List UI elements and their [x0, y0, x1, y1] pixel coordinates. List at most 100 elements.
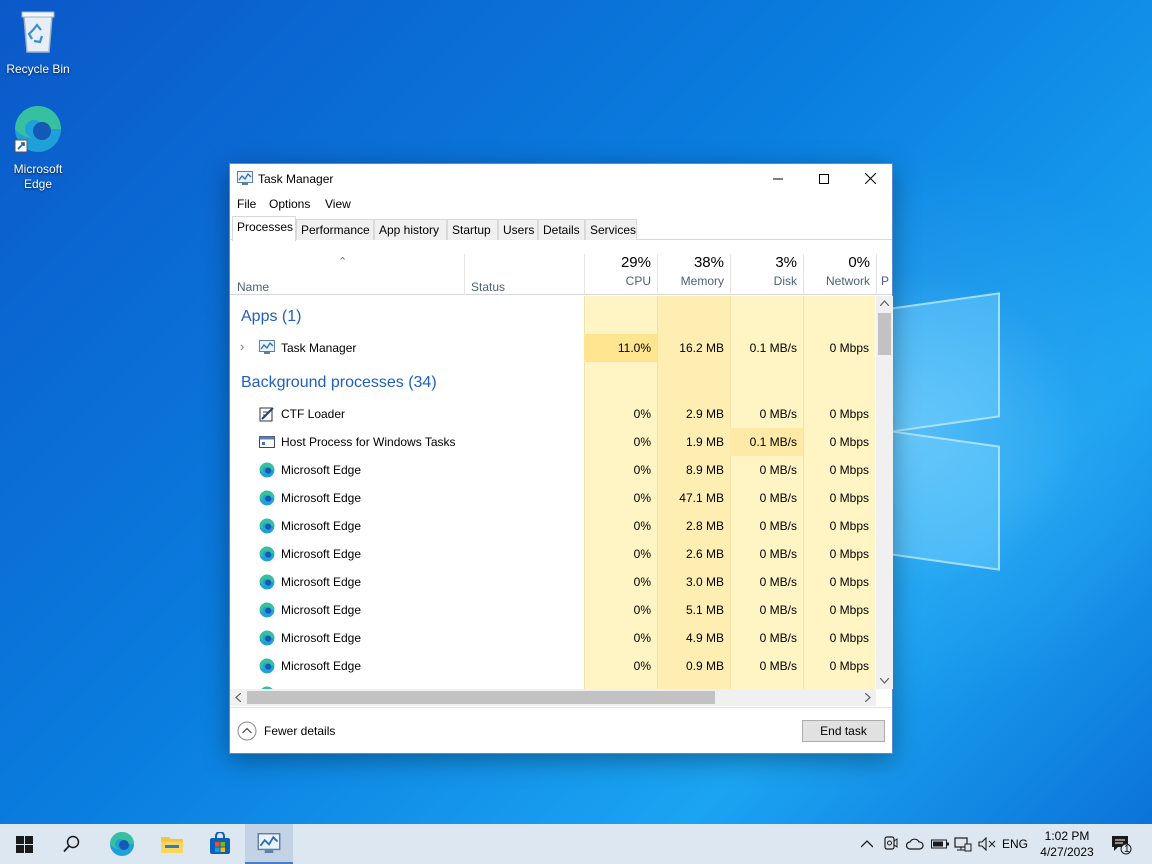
- network-value: 0 Mbps: [829, 407, 869, 421]
- memory-value: 3.0 MB: [685, 575, 724, 589]
- process-row[interactable]: Host Process for Windows Tasks 0% 1.9 MB 0.…: [230, 428, 875, 456]
- footer-bar: Fewer details End task: [230, 707, 892, 754]
- memory-label: Memory: [680, 274, 724, 288]
- taskbar-edge-button[interactable]: [98, 824, 146, 864]
- disk-value: 0 MB/s: [759, 519, 797, 533]
- tab-performance[interactable]: Performance: [296, 219, 374, 240]
- scroll-down-icon: [880, 678, 889, 684]
- network-icon: [954, 837, 972, 852]
- tray-volume-muted[interactable]: [976, 824, 998, 864]
- process-name: Microsoft Edge: [281, 575, 362, 589]
- input-language[interactable]: ENG: [1000, 824, 1030, 864]
- disk-total-pct: 3%: [775, 254, 797, 271]
- battery-icon: [931, 839, 949, 849]
- column-status[interactable]: Status: [471, 280, 505, 294]
- minimize-button[interactable]: [755, 164, 801, 193]
- tab-users[interactable]: Users: [498, 219, 538, 240]
- network-label: Network: [825, 274, 870, 288]
- start-button[interactable]: [0, 824, 48, 864]
- edge-icon: [259, 574, 275, 590]
- task-manager-window: Task Manager File Options View Processes…: [229, 163, 893, 754]
- task-manager-taskbar-icon: [257, 833, 281, 853]
- tab-startup[interactable]: Startup: [447, 219, 498, 240]
- maximize-button[interactable]: [801, 164, 847, 193]
- process-row[interactable]: CTF Loader 0% 2.9 MB 0 MB/s 0 Mbps: [230, 400, 875, 428]
- network-total-pct: 0%: [848, 254, 870, 271]
- search-button[interactable]: [48, 824, 96, 864]
- memory-value: 2.8 MB: [685, 519, 724, 533]
- column-cpu[interactable]: 29% CPU: [584, 254, 657, 295]
- process-row-task-manager[interactable]: › Task Manager 11.0% 16.2 MB 0.1 MB/s 0 …: [230, 334, 875, 362]
- network-value: 0 Mbps: [829, 547, 869, 561]
- tray-network[interactable]: [952, 824, 974, 864]
- process-name: Microsoft Edge: [281, 519, 362, 533]
- clock[interactable]: 1:02 PM 4/27/2023: [1030, 828, 1104, 860]
- vertical-scrollbar[interactable]: [876, 296, 893, 689]
- fewer-details-link[interactable]: Fewer details: [264, 724, 335, 738]
- process-row[interactable]: Microsoft Edge 0% 2.6 MB 0 MB/s 0 Mbps: [230, 540, 875, 568]
- tab-processes[interactable]: Processes: [232, 216, 296, 241]
- column-network[interactable]: 0% Network: [803, 254, 876, 295]
- process-row-partial[interactable]: [230, 680, 875, 689]
- cpu-value: 0%: [633, 435, 651, 449]
- edge-icon: [259, 658, 275, 674]
- tray-battery[interactable]: [929, 824, 951, 864]
- tray-onedrive[interactable]: [904, 824, 926, 864]
- memory-value: 4.9 MB: [685, 631, 724, 645]
- ctf-loader-icon: [259, 406, 275, 422]
- action-center-button[interactable]: 1: [1106, 824, 1136, 864]
- taskbar-store-button[interactable]: [196, 824, 244, 864]
- desktop-icon-recycle-bin[interactable]: Recycle Bin: [0, 8, 76, 77]
- end-task-button[interactable]: End task: [802, 720, 885, 742]
- show-hidden-icons-button[interactable]: [858, 824, 876, 864]
- group-background: Background processes (34): [241, 374, 437, 391]
- windows-start-icon: [15, 835, 33, 853]
- process-list: Apps (1) › Task Manager 11.0% 16.2 MB 0.…: [230, 296, 875, 689]
- network-value: 0 Mbps: [829, 491, 869, 505]
- process-row[interactable]: Microsoft Edge 0% 3.0 MB 0 MB/s 0 Mbps: [230, 568, 875, 596]
- process-name: Microsoft Edge: [281, 659, 362, 673]
- expand-chevron-icon[interactable]: ›: [240, 339, 244, 354]
- column-disk[interactable]: 3% Disk: [730, 254, 803, 295]
- folder-icon: [161, 837, 183, 853]
- speaker-muted-icon: [978, 837, 996, 851]
- horizontal-scroll-thumb[interactable]: [247, 691, 715, 704]
- process-row[interactable]: Microsoft Edge 0% 5.1 MB 0 MB/s 0 Mbps: [230, 596, 875, 624]
- fewer-details-chevron-icon[interactable]: [237, 721, 257, 744]
- process-row[interactable]: Microsoft Edge 0% 2.8 MB 0 MB/s 0 Mbps: [230, 512, 875, 540]
- desktop-icon-edge[interactable]: Microsoft Edge: [0, 104, 76, 192]
- scroll-left-icon: [235, 693, 241, 702]
- close-button[interactable]: [847, 164, 893, 193]
- column-power-partial[interactable]: P: [876, 254, 892, 295]
- process-name: Host Process for Windows Tasks: [281, 435, 456, 449]
- column-name[interactable]: Name: [237, 280, 269, 294]
- clock-time: 1:02 PM: [1044, 829, 1090, 843]
- tab-details[interactable]: Details: [538, 219, 585, 240]
- column-memory[interactable]: 38% Memory: [657, 254, 730, 295]
- process-name: Microsoft Edge: [281, 631, 362, 645]
- horizontal-scrollbar[interactable]: [230, 689, 876, 706]
- process-name: Task Manager: [281, 341, 357, 355]
- tray-meet-now[interactable]: [882, 824, 900, 864]
- cpu-value: 0%: [633, 659, 651, 673]
- scroll-up-icon: [880, 300, 889, 306]
- tab-services[interactable]: Services: [585, 219, 637, 240]
- process-row[interactable]: Microsoft Edge 0% 47.1 MB 0 MB/s 0 Mbps: [230, 484, 875, 512]
- process-row[interactable]: Microsoft Edge 0% 4.9 MB 0 MB/s 0 Mbps: [230, 624, 875, 652]
- menu-view[interactable]: View: [325, 197, 351, 211]
- process-row[interactable]: Microsoft Edge 0% 8.9 MB 0 MB/s 0 Mbps: [230, 456, 875, 484]
- process-row[interactable]: Microsoft Edge 0% 0.9 MB 0 MB/s 0 Mbps: [230, 652, 875, 680]
- title-bar[interactable]: Task Manager: [230, 164, 892, 193]
- vertical-scroll-thumb[interactable]: [878, 313, 891, 355]
- task-manager-app-icon: [237, 171, 253, 188]
- taskbar-file-explorer-button[interactable]: [148, 824, 196, 864]
- memory-total-pct: 38%: [693, 254, 724, 271]
- taskbar-task-manager-button[interactable]: [245, 824, 293, 864]
- cpu-value: 0%: [633, 519, 651, 533]
- tab-app-history[interactable]: App history: [374, 219, 447, 240]
- network-value: 0 Mbps: [829, 463, 869, 477]
- memory-value: 8.9 MB: [685, 463, 724, 477]
- search-icon: [63, 835, 80, 853]
- menu-file[interactable]: File: [237, 197, 256, 211]
- menu-options[interactable]: Options: [269, 197, 310, 211]
